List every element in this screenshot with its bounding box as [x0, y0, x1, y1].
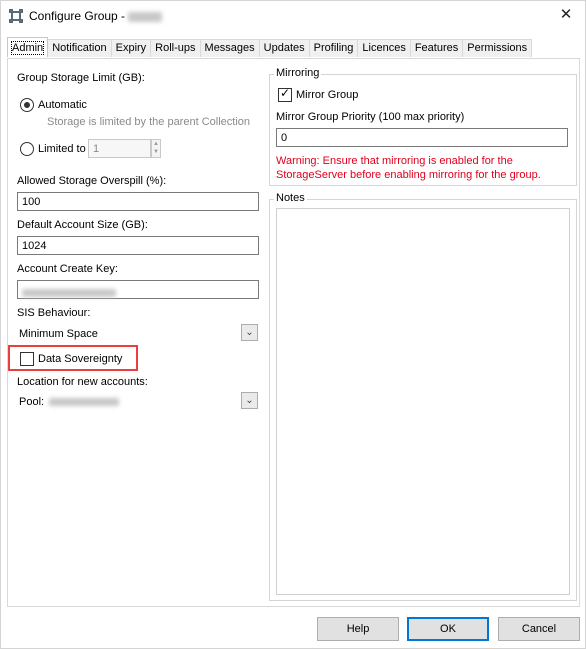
sis-select-value[interactable]: Minimum Space — [19, 328, 98, 340]
window-title: Configure Group - — [29, 9, 163, 23]
app-gear-icon — [9, 9, 23, 23]
redacted-pool-name — [49, 398, 120, 407]
default-size-input[interactable]: 1024 — [17, 236, 259, 255]
priority-label: Mirror Group Priority (100 max priority) — [276, 111, 465, 123]
tab-permissions[interactable]: Permissions — [462, 39, 533, 57]
tab-admin-label: Admin — [10, 41, 45, 55]
help-button[interactable]: Help — [317, 617, 399, 641]
redacted-create-key — [22, 288, 116, 297]
automatic-hint: Storage is limited by the parent Collect… — [47, 116, 250, 128]
location-label: Location for new accounts: — [17, 376, 148, 388]
mirror-group-label: Mirror Group — [296, 89, 359, 101]
pool-label: Pool: — [19, 396, 45, 408]
warning-line-2: StorageServer before enabling mirroring … — [276, 169, 541, 181]
create-key-input[interactable] — [17, 280, 259, 299]
limited-value-input[interactable]: 1 — [88, 139, 151, 158]
mirror-group-checkbox[interactable]: ✓ — [278, 86, 292, 102]
ok-button[interactable]: OK — [407, 617, 489, 641]
tab-updates[interactable]: Updates — [258, 39, 310, 57]
sis-dropdown-chevron-down-icon[interactable]: ⌄ — [241, 324, 258, 341]
automatic-label: Automatic — [38, 99, 87, 111]
default-size-label: Default Account Size (GB): — [17, 219, 148, 231]
tab-messages[interactable]: Messages — [199, 39, 260, 57]
storage-limit-label: Group Storage Limit (GB): — [17, 72, 145, 84]
title-bar: Configure Group - ✕ — [1, 1, 585, 31]
limited-value-spinner[interactable]: ▲ ▼ — [151, 139, 161, 158]
data-sovereignty-label: Data Sovereignty — [38, 353, 123, 365]
tab-features[interactable]: Features — [409, 39, 464, 57]
create-key-label: Account Create Key: — [17, 263, 118, 275]
tab-strip: Admin Notification Expiry Roll-ups Messa… — [7, 37, 533, 58]
close-button[interactable]: ✕ — [557, 6, 575, 24]
limited-label: Limited to — [38, 143, 86, 155]
checkmark-icon: ✓ — [280, 86, 291, 100]
tab-admin[interactable]: Admin — [7, 37, 49, 57]
tab-licences[interactable]: Licences — [357, 39, 411, 57]
cancel-button[interactable]: Cancel — [498, 617, 580, 641]
mirroring-group-title: Mirroring — [274, 67, 322, 79]
notes-textarea[interactable] — [276, 208, 570, 595]
overspill-input[interactable]: 100 — [17, 192, 259, 211]
notes-group-title: Notes — [274, 192, 307, 204]
data-sovereignty-checkbox[interactable] — [20, 352, 34, 366]
tab-notification[interactable]: Notification — [47, 39, 112, 57]
warning-line-1: Warning: Ensure that mirroring is enable… — [276, 155, 513, 167]
mirroring-warning: Warning: Ensure that mirroring is enable… — [276, 154, 566, 182]
redacted-group-name — [128, 11, 163, 22]
configure-group-window: Configure Group - ✕ Admin Notification E… — [0, 0, 586, 649]
automatic-radio[interactable] — [20, 98, 34, 112]
window-title-text: Configure Group - — [29, 9, 129, 23]
pool-dropdown-chevron-down-icon[interactable]: ⌄ — [241, 392, 258, 409]
priority-input[interactable]: 0 — [276, 128, 568, 147]
tab-profiling[interactable]: Profiling — [308, 39, 359, 57]
spin-down-icon: ▼ — [153, 149, 159, 155]
limited-radio[interactable] — [20, 142, 34, 156]
tab-roll-ups[interactable]: Roll-ups — [150, 39, 201, 57]
pool-select[interactable]: Pool: — [19, 396, 120, 408]
tab-expiry[interactable]: Expiry — [110, 39, 152, 57]
overspill-label: Allowed Storage Overspill (%): — [17, 175, 167, 187]
spin-up-icon: ▲ — [153, 141, 159, 147]
sis-label: SIS Behaviour: — [17, 307, 91, 319]
